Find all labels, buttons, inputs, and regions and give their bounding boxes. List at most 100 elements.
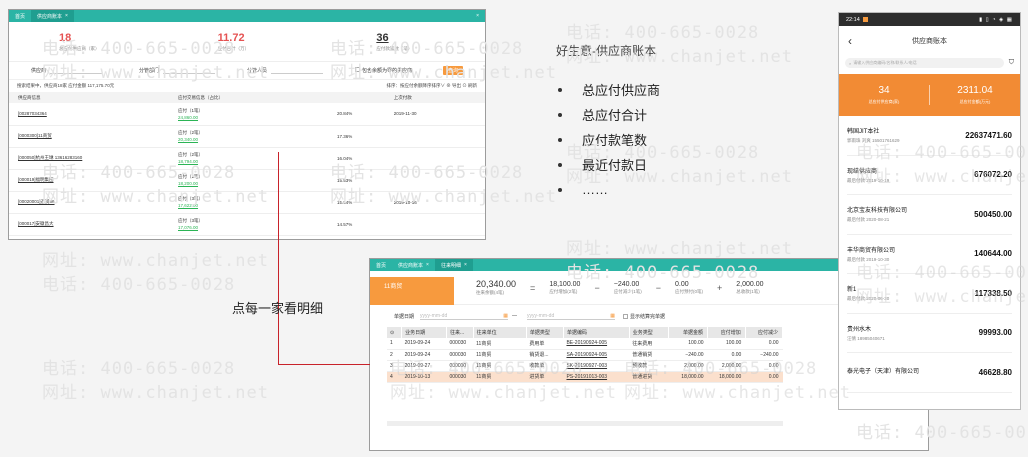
include-zero-option[interactable]: 包含余额为零的供应商 — [355, 67, 412, 74]
date-placeholder: yyyy-mm-dd — [420, 312, 448, 319]
person-input[interactable] — [271, 67, 324, 74]
table-row[interactable]: [000017]安徽昌大 应付（3笔） 17,076.00 14.57% — [9, 213, 485, 236]
dept-input[interactable] — [163, 67, 216, 74]
doc-code-link[interactable]: SA-20190924-005 — [563, 349, 630, 361]
list-item[interactable]: 贵州水木 汪倩 18985040671 99993.00 — [847, 314, 1012, 353]
biz-date: 2019-09-24 — [401, 349, 447, 361]
tab-supplier-ledger[interactable]: 供应商账本 × — [31, 10, 74, 22]
feature-item: 总应付合计 — [558, 102, 660, 127]
bullet-icon — [558, 112, 562, 117]
table-row[interactable]: 2 2019-09-24 000030 11商贸 销货退... SA-20190924-0… — [387, 349, 783, 361]
table-row[interactable]: [00287034364 应付（1笔） 24,860.00 20.84% 2019-11… — [9, 103, 485, 126]
part-value: 18,100.00 — [549, 280, 581, 288]
table-row[interactable]: 1 2019-09-24 000030 11商贸 费用单 BE-20190924-005 往… — [387, 338, 783, 350]
table-row[interactable]: 3 2019-09-27 000030 11商贸 收款单 SK-20190927-003 预… — [387, 360, 783, 372]
close-icon[interactable]: × — [65, 13, 68, 19]
list-item[interactable]: 丰华商贸有限公司 最后付款 2019-10-30 140644.00 — [847, 235, 1012, 274]
partner-name: 11商贸 — [473, 371, 527, 383]
equals-sign: = — [530, 282, 536, 293]
show-settled-checkbox[interactable] — [623, 313, 629, 319]
sort-export-refresh[interactable]: 排序：按应付余额降序排序∨ ⊕ 导出 ⊙ 刷新 — [387, 83, 478, 89]
doc-amount: −240.00 — [668, 349, 708, 361]
summary-stats: 18 总应付供应商（家） 11.72 应付合计（万） 36 应付款笔数（笔） — [9, 22, 485, 62]
list-item[interactable]: 韩国JIT本社 郭雨珠 刘爽 15501761629 22637471.60 — [847, 116, 1012, 156]
filter-label: 分管部门 — [139, 68, 160, 74]
query-button[interactable]: 查询 — [442, 66, 463, 75]
calendar-icon[interactable]: ▦ — [503, 313, 508, 319]
dept-filter[interactable]: 分管部门 — [139, 67, 247, 74]
supplier-name-badge: 11商贸 — [370, 277, 454, 305]
supplier-link[interactable]: [000017]安徽昌大 — [18, 221, 54, 226]
close-icon[interactable]: × — [464, 262, 467, 268]
include-zero-checkbox[interactable] — [355, 67, 360, 72]
payable-amount-link[interactable]: 18,200.00 — [178, 180, 337, 187]
list-item[interactable]: 新1 最后付款 2020-06-30 117338.50 — [847, 274, 1012, 314]
supplier-link[interactable]: [00020001]迅贸86 — [18, 199, 55, 204]
payable-amount-link[interactable]: 20,340.00 — [178, 136, 337, 143]
supplier-link[interactable]: [000019]福明集团 — [18, 177, 54, 182]
list-item[interactable]: 泰光电子（天津）有限公司 46628.80 — [847, 353, 1012, 393]
close-icon[interactable]: × — [426, 262, 429, 268]
supplier-input[interactable] — [50, 67, 103, 74]
list-item[interactable]: 现结供应商 最后付款 2019-10-19 676072.20 — [847, 156, 1012, 195]
supplier-name: 泰光电子（天津）有限公司 — [847, 369, 920, 376]
supplier-link[interactable]: [000050]杭州王琳 13616283160 — [18, 155, 82, 160]
app-notification-icon — [862, 17, 868, 22]
calendar-icon[interactable]: ▦ — [610, 313, 615, 319]
back-icon[interactable]: ‹ — [848, 34, 852, 48]
supplier-list: 韩国JIT本社 郭雨珠 刘爽 15501761629 22637471.60 现结供应… — [839, 116, 1020, 393]
stat-payable-count[interactable]: 36 应付款笔数（笔） — [326, 32, 485, 52]
table-row[interactable]: [00020001]迅贸86 应付（3笔） 17,622.00 15.04% 2019-… — [9, 191, 485, 214]
supplier-subtitle: 汪倩 18985040671 — [847, 335, 885, 341]
bullet-icon — [558, 87, 562, 92]
doc-code-link[interactable]: SK-20190927-003 — [563, 360, 630, 372]
search-input[interactable]: ⌕ 请输入供应商编码/名称/联系人/电话 — [845, 58, 1004, 68]
payable-share: 16.04% — [337, 147, 385, 170]
payable-amount: 46628.80 — [978, 367, 1012, 377]
supplier-link[interactable]: [00287034364 — [18, 111, 47, 116]
table-row[interactable]: [000050]杭州王琳 13616283160 应付（2笔） 18,794.00 1… — [9, 147, 485, 170]
payable-increase: 18,000.00 — [707, 371, 746, 383]
watermark-site: 网址: www.chanjet.net — [42, 251, 269, 271]
supplier-ledger-window: 首页 供应商账本 × × 18 总应付供应商（家） 11.72 应付合计（万） 36 应… — [8, 9, 486, 240]
result-summary-text: 搜索结果中，供应商18家 应付金额 117,175.70元 — [17, 83, 115, 88]
start-date-input[interactable]: yyyy-mm-dd ▦ — [420, 312, 509, 320]
payable-amount-link[interactable]: 17,076.00 — [178, 224, 337, 231]
payable-amount-link[interactable]: 18,794.00 — [178, 158, 337, 165]
doc-type: 销货退... — [526, 349, 564, 361]
partner-code: 000030 — [446, 338, 474, 350]
person-filter[interactable]: 分管人员 — [247, 67, 355, 74]
minus-sign: − — [594, 282, 600, 293]
watermark-phone: 电话: 400-665-0028 — [566, 23, 760, 43]
stat-value: 2311.04 — [957, 85, 993, 96]
filter-icon[interactable]: ⛉ — [1009, 59, 1014, 67]
panel-title: 好生意-供应商账本 — [556, 44, 656, 58]
payable-decrease: −240.00 — [745, 349, 783, 361]
watermark-site: 网址: www.chanjet.net — [42, 383, 269, 403]
doc-code-link[interactable]: BE-20190924-005 — [563, 338, 630, 350]
settings-icon[interactable]: ⊙ — [387, 327, 403, 338]
feature-item: 应付款笔数 — [558, 127, 660, 152]
supplier-filter[interactable]: 供应商 — [31, 67, 139, 74]
part-value: 0.00 — [675, 280, 689, 288]
tab-home[interactable]: 首页 — [370, 259, 392, 271]
close-all-icon[interactable]: × — [470, 10, 485, 22]
tab-home[interactable]: 首页 — [9, 10, 31, 22]
table-row[interactable]: [000019]福明集团 应付（1笔） 18,200.00 15.53% — [9, 169, 485, 192]
horizontal-scrollbar[interactable] — [387, 420, 783, 426]
stat-value[interactable]: 36 — [376, 32, 485, 44]
tab-supplier-ledger[interactable]: 供应商账本 × — [392, 259, 435, 271]
supplier-name: 贵州水木 — [847, 326, 872, 333]
list-item[interactable]: 北京宝友科技有限公司 最后付款 2020-08-21 500450.00 — [847, 195, 1012, 235]
supplier-subtitle: 最后付款 2020-08-21 — [847, 217, 890, 223]
supplier-link[interactable]: [0000300]11商贸 — [18, 133, 52, 138]
tab-transaction-detail[interactable]: 往来明细 × — [434, 259, 473, 271]
biz-type: 往来费用 — [629, 338, 669, 350]
payable-amount-link[interactable]: 17,622.00 — [178, 202, 337, 209]
table-row[interactable]: 4 2019-10-13 000030 11商贸 进货单 PS-20191013-003 普… — [387, 371, 783, 383]
table-row[interactable]: [0000300]11商贸 应付（2笔） 20,340.00 17.36% — [9, 125, 485, 148]
end-date-input[interactable]: yyyy-mm-dd ▦ — [527, 313, 616, 320]
payable-amount-link[interactable]: 24,860.00 — [178, 114, 337, 121]
tab-label: 往来明细 — [440, 262, 461, 269]
doc-code-link[interactable]: PS-20191013-003 — [563, 371, 630, 383]
